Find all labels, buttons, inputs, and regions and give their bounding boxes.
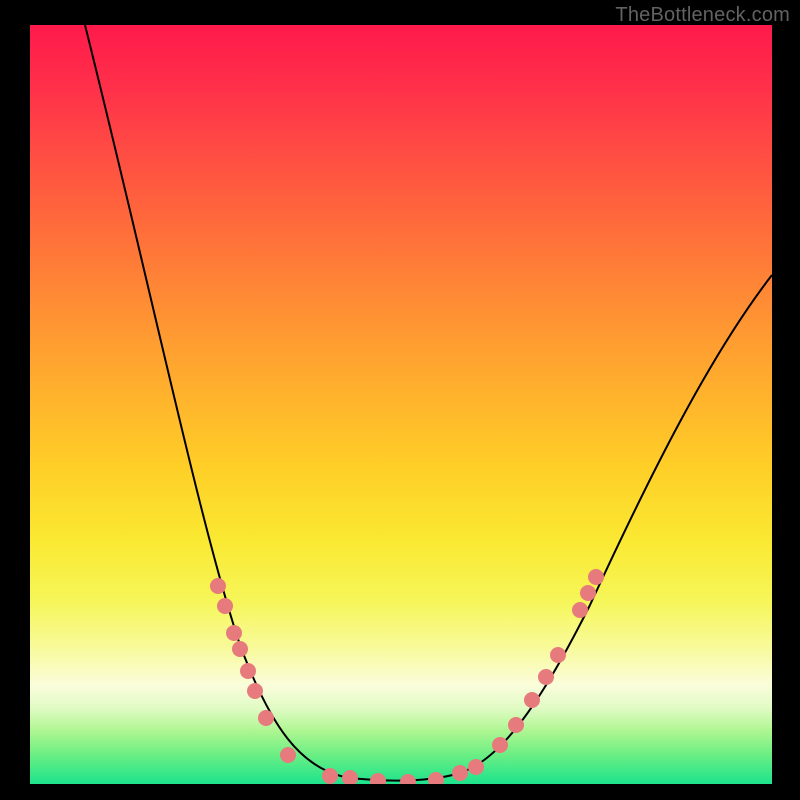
curve-marker — [468, 759, 484, 775]
curve-marker — [247, 683, 263, 699]
curve-layer — [30, 25, 772, 784]
curve-marker — [492, 737, 508, 753]
curve-marker — [322, 768, 338, 784]
curve-marker — [572, 602, 588, 618]
curve-marker — [370, 773, 386, 784]
curve-marker — [217, 598, 233, 614]
curve-marker — [452, 765, 468, 781]
curve-marker — [240, 663, 256, 679]
curve-marker — [580, 585, 596, 601]
curve-marker — [400, 774, 416, 784]
curve-marker — [226, 625, 242, 641]
curve-marker — [524, 692, 540, 708]
curve-marker — [588, 569, 604, 585]
curve-marker — [258, 710, 274, 726]
watermark-text: TheBottleneck.com — [615, 4, 790, 27]
plot-area — [30, 25, 772, 784]
chart-frame: TheBottleneck.com — [0, 0, 800, 800]
bottleneck-curve — [85, 25, 772, 781]
curve-markers — [210, 569, 604, 784]
curve-marker — [210, 578, 226, 594]
curve-marker — [550, 647, 566, 663]
curve-marker — [538, 669, 554, 685]
curve-marker — [342, 770, 358, 784]
curve-marker — [280, 747, 296, 763]
curve-marker — [508, 717, 524, 733]
curve-marker — [428, 772, 444, 784]
curve-marker — [232, 641, 248, 657]
